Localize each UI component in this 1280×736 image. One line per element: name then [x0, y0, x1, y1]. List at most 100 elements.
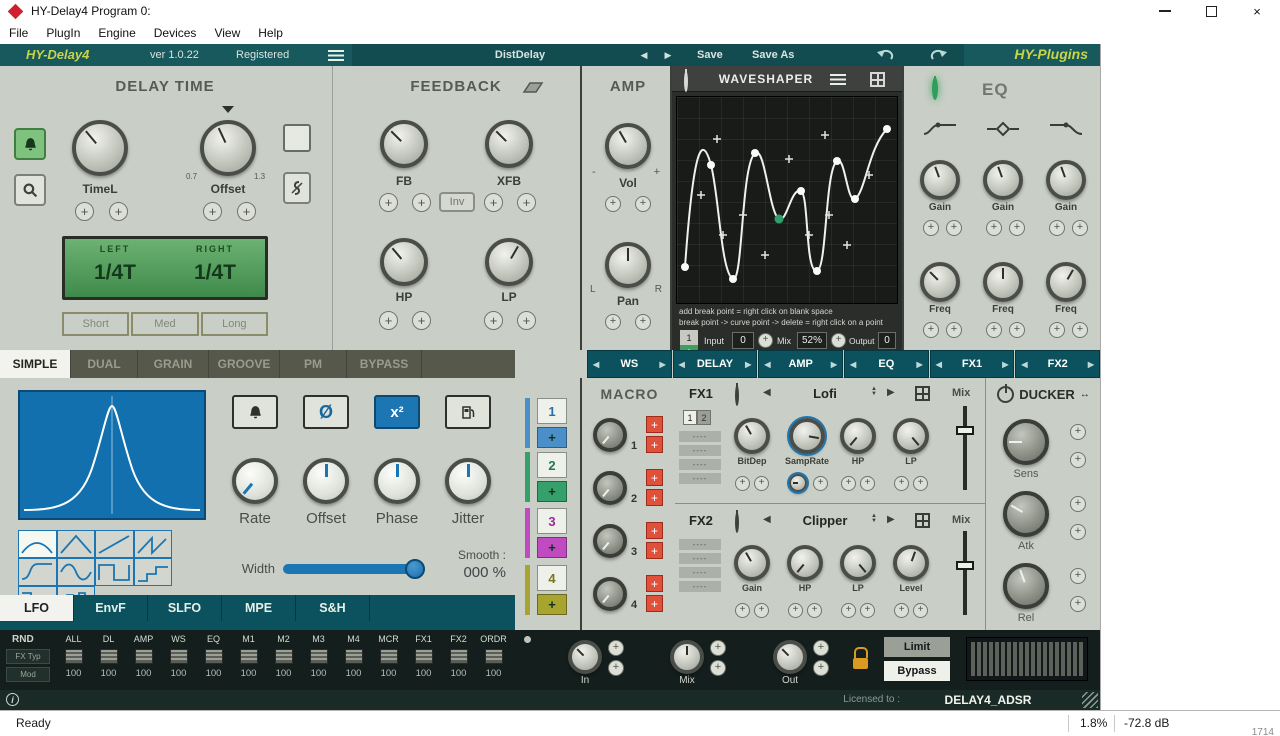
- info-icon[interactable]: i: [6, 693, 19, 706]
- rnd-col-stepper[interactable]: [274, 649, 293, 664]
- tab-sh[interactable]: S&H: [296, 595, 370, 621]
- macro1-knob[interactable]: [593, 418, 627, 452]
- plus-button[interactable]: [813, 476, 828, 491]
- menu-plugin[interactable]: PlugIn: [37, 26, 89, 40]
- menu-file[interactable]: File: [0, 26, 37, 40]
- plus-button[interactable]: [379, 311, 398, 330]
- fx1-stepper-icon[interactable]: ▲ ▼: [871, 386, 877, 397]
- vol-knob[interactable]: [605, 123, 651, 169]
- waveshaper-page1-button[interactable]: 1: [680, 330, 698, 345]
- plus-button[interactable]: [735, 476, 750, 491]
- save-button[interactable]: Save: [697, 49, 723, 61]
- waveshaper-power-button[interactable]: [684, 71, 688, 92]
- plus-button[interactable]: [923, 220, 939, 236]
- plus-button[interactable]: [1070, 424, 1086, 440]
- plus-button[interactable]: [710, 640, 726, 656]
- waveshaper-expand-icon[interactable]: [870, 72, 885, 87]
- macro3-knob[interactable]: [593, 524, 627, 558]
- rnd-col-stepper[interactable]: [239, 649, 258, 664]
- fx1-slot[interactable]: ----: [679, 473, 721, 484]
- tab-delay[interactable]: DELAY: [672, 350, 758, 378]
- fx1-slot[interactable]: ----: [679, 431, 721, 442]
- plus-button[interactable]: [1009, 220, 1025, 236]
- rnd-col-value[interactable]: 100: [441, 668, 476, 679]
- plus-button[interactable]: [1009, 322, 1025, 338]
- save-as-button[interactable]: Save As: [752, 49, 794, 61]
- waveshaper-graph[interactable]: [676, 96, 898, 304]
- fx2-gain-knob[interactable]: [734, 545, 770, 581]
- lfo-phase-knob[interactable]: [374, 458, 420, 504]
- plus-button[interactable]: [923, 322, 939, 338]
- tab-fx1[interactable]: FX1: [929, 350, 1015, 378]
- plus-button[interactable]: [608, 640, 624, 656]
- plus-button[interactable]: [813, 660, 829, 676]
- macro3-add-button2[interactable]: +: [646, 542, 663, 559]
- eq-gain3-knob[interactable]: [1046, 160, 1086, 200]
- tab-eq[interactable]: EQ: [844, 350, 929, 378]
- minimize-button[interactable]: [1142, 0, 1188, 22]
- link-checkbox[interactable]: [283, 124, 311, 152]
- plus-button[interactable]: [1070, 452, 1086, 468]
- shape-steps-up[interactable]: [133, 558, 173, 586]
- lock-icon[interactable]: [853, 647, 868, 669]
- ws-mix-value[interactable]: 52%: [797, 332, 827, 349]
- fx-typ-button[interactable]: FX Typ: [6, 649, 50, 664]
- ducker-rel-knob[interactable]: [1003, 563, 1049, 609]
- eq-freq2-knob[interactable]: [983, 262, 1023, 302]
- rnd-col-value[interactable]: 100: [301, 668, 336, 679]
- rnd-col-value[interactable]: 100: [91, 668, 126, 679]
- lfo-width-slider[interactable]: [283, 564, 425, 574]
- lfo-multiply-button[interactable]: x²: [374, 395, 420, 429]
- shape-curve-step[interactable]: [18, 558, 57, 586]
- eq-freq1-knob[interactable]: [920, 262, 960, 302]
- shape-triangle[interactable]: [56, 530, 96, 558]
- plus-button[interactable]: [788, 603, 803, 618]
- xfb-knob[interactable]: [485, 120, 533, 168]
- plus-button[interactable]: [608, 660, 624, 676]
- resize-grip[interactable]: [1082, 692, 1098, 708]
- fx2-type[interactable]: Clipper: [785, 513, 865, 528]
- rnd-col-value[interactable]: 100: [476, 668, 511, 679]
- rnd-col-stepper[interactable]: [379, 649, 398, 664]
- shape-saw[interactable]: [133, 530, 173, 558]
- fb-lp-knob[interactable]: [485, 238, 533, 286]
- restore-button[interactable]: [1188, 0, 1234, 22]
- mod1-number[interactable]: 1: [537, 398, 567, 424]
- mod2-number[interactable]: 2: [537, 452, 567, 478]
- plus-button[interactable]: [412, 193, 431, 212]
- waveshaper-menu-icon[interactable]: [830, 74, 846, 85]
- plus-button[interactable]: [1049, 322, 1065, 338]
- macro2-add-button[interactable]: +: [646, 469, 663, 486]
- mod4-add-button[interactable]: +: [537, 594, 567, 615]
- fx1-page2-button[interactable]: 2: [697, 410, 711, 425]
- plus-button[interactable]: [635, 314, 651, 330]
- lfo-offset-knob[interactable]: [303, 458, 349, 504]
- plus-button[interactable]: [1070, 496, 1086, 512]
- plus-button[interactable]: [237, 202, 256, 221]
- plus-button[interactable]: [754, 476, 769, 491]
- next-icon[interactable]: [745, 358, 751, 370]
- plus-button[interactable]: [1072, 220, 1088, 236]
- fx2-lp-knob[interactable]: [840, 545, 876, 581]
- eq-band1-icon[interactable]: [922, 120, 958, 138]
- plus-button[interactable]: [635, 196, 651, 212]
- rnd-col-value[interactable]: 100: [371, 668, 406, 679]
- mod1-add-button[interactable]: +: [537, 427, 567, 448]
- shape-ramp-up[interactable]: [95, 530, 134, 558]
- tab-dual[interactable]: DUAL: [71, 350, 138, 378]
- plus-button[interactable]: [841, 476, 856, 491]
- plus-button[interactable]: [986, 220, 1002, 236]
- plus-button[interactable]: [1072, 322, 1088, 338]
- eq-band2-icon[interactable]: [985, 120, 1021, 138]
- plus-button[interactable]: [986, 322, 1002, 338]
- tab-amp[interactable]: AMP: [758, 350, 844, 378]
- fx1-lp-knob[interactable]: [893, 418, 929, 454]
- plus-button[interactable]: [831, 333, 846, 348]
- rnd-col-value[interactable]: 100: [161, 668, 196, 679]
- eq-power-button[interactable]: [932, 77, 938, 100]
- rnd-col-stepper[interactable]: [344, 649, 363, 664]
- bypass-button[interactable]: Bypass: [884, 661, 950, 681]
- range-long-button[interactable]: Long: [200, 312, 268, 336]
- fx1-power-button[interactable]: [735, 385, 739, 406]
- tab-ws[interactable]: WS: [587, 350, 672, 378]
